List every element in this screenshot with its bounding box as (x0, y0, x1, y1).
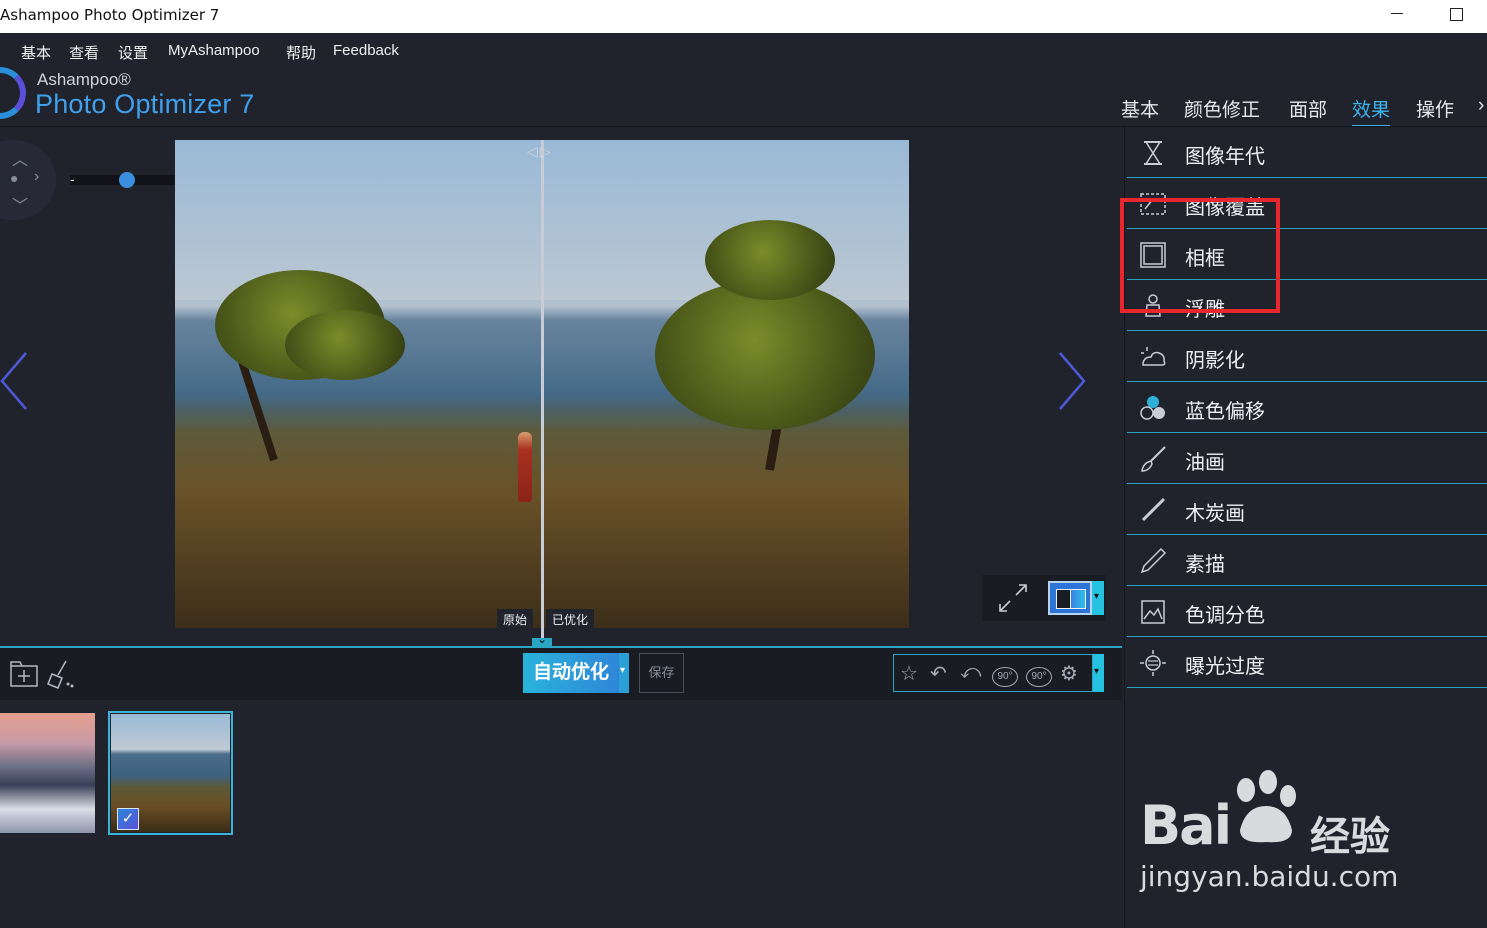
settings-gear-icon[interactable]: ⚙ (1060, 661, 1078, 686)
hourglass-icon (1144, 141, 1162, 165)
next-image-icon[interactable] (1050, 349, 1090, 413)
action-toolbar: 自动优化 保存 ☆ ↶ ⤺ 90° 90° ⚙ (0, 632, 1122, 700)
pencil-icon (1140, 547, 1167, 574)
thumbnail-coast-selected[interactable]: ✓ (108, 711, 233, 835)
photo-tree-left-2 (285, 310, 405, 380)
pan-right-icon[interactable]: › (34, 168, 39, 186)
shadow-icon (1141, 347, 1166, 366)
compare-mode-dropdown[interactable] (1092, 581, 1104, 615)
title-bar: Ashampoo Photo Optimizer 7 (0, 0, 1487, 33)
save-button[interactable]: 保存 (639, 653, 684, 693)
window-title: Ashampoo Photo Optimizer 7 (0, 6, 220, 24)
favorite-stars-icon[interactable]: ☆ (900, 661, 918, 686)
pan-up-icon[interactable]: ︿ (12, 146, 28, 170)
pan-center-icon[interactable]: ● (10, 170, 18, 186)
tab-basic[interactable]: 基本 (1121, 95, 1159, 122)
edit-tools-dropdown[interactable] (1093, 654, 1104, 692)
menu-settings[interactable]: 设置 (118, 42, 148, 63)
compare-mode-button[interactable] (1048, 581, 1092, 615)
watermark-url: jingyan.baidu.com (1140, 860, 1399, 893)
watermark-brand2: 经验 (1310, 815, 1390, 859)
tab-effects[interactable]: 效果 (1352, 95, 1391, 127)
effect-label: 木炭画 (1185, 503, 1245, 525)
baidu-watermark: Bai 经验 jingyan.baidu.com (1140, 770, 1420, 900)
edit-tools-group: ☆ ↶ ⤺ 90° 90° ⚙ (893, 654, 1093, 692)
zoom-slider-handle[interactable] (118, 172, 135, 188)
effect-charcoal[interactable]: 木炭画 (1127, 484, 1487, 535)
undo-icon[interactable]: ↶ (930, 661, 947, 686)
thumbnail-coast-image: ✓ (111, 714, 230, 832)
fullscreen-icon[interactable] (996, 583, 1030, 613)
view-controls (982, 575, 1106, 621)
brush-icon (1141, 446, 1166, 472)
effect-label: 色调分色 (1185, 605, 1265, 627)
photo-tree-right (655, 280, 875, 430)
effect-image-age[interactable]: 图像年代 (1127, 127, 1487, 178)
tab-overflow[interactable]: › (1478, 95, 1487, 117)
split-arrows-icon[interactable]: ◁▷ (527, 143, 553, 160)
effect-sketch[interactable]: 素描 (1127, 535, 1487, 586)
paw-logo-icon (1237, 770, 1296, 843)
posterize-icon (1141, 600, 1165, 624)
app-header: Ashampoo® Photo Optimizer 7 基本 颜色修正 面部 效… (0, 67, 1487, 127)
auto-optimize-dropdown[interactable] (619, 653, 629, 693)
charcoal-icon (1141, 497, 1166, 522)
logo-brand: Ashampoo® (37, 70, 131, 89)
blue-shift-icon (1140, 396, 1165, 420)
effect-label: 阴影化 (1185, 350, 1245, 372)
undo-all-icon[interactable]: ⤺ (960, 661, 981, 684)
menu-myashampoo[interactable]: MyAshampoo (168, 42, 260, 59)
photo-person (518, 432, 532, 502)
maximize-button[interactable] (1434, 0, 1480, 30)
watermark-brand: Bai (1140, 794, 1232, 857)
photo-tree-right-top (705, 220, 835, 300)
label-optimized: 已优化 (546, 609, 595, 629)
tab-face[interactable]: 面部 (1289, 95, 1327, 122)
clear-broom-icon[interactable] (44, 658, 76, 690)
effect-blue-shift[interactable]: 蓝色偏移 (1127, 382, 1487, 433)
effect-label: 蓝色偏移 (1185, 401, 1265, 423)
overexpose-icon (1140, 650, 1166, 676)
annotation-highlight-box (1120, 198, 1280, 313)
tab-operations[interactable]: 操作 (1416, 95, 1454, 122)
effect-shadow[interactable]: 阴影化 (1127, 331, 1487, 382)
rotate-right-icon[interactable]: 90° (1026, 667, 1052, 687)
menu-basic[interactable]: 基本 (21, 42, 51, 63)
filmstrip: ✓ (0, 700, 1122, 928)
minimize-button[interactable] (1374, 0, 1420, 30)
effect-label: 曝光过度 (1185, 656, 1265, 678)
effect-oil-painting[interactable]: 油画 (1127, 433, 1487, 484)
menu-bar: : 基本 查看 设置 MyAshampoo 帮助 Feedback (0, 33, 1487, 67)
effect-posterize[interactable]: 色调分色 (1127, 586, 1487, 637)
logo-product: Photo Optimizer 7 (35, 89, 255, 119)
pan-down-icon[interactable]: ﹀ (12, 192, 28, 216)
effect-overexposure[interactable]: 曝光过度 (1127, 637, 1487, 688)
image-viewer: ︿ ● › ﹀ - + ◁▷ 原始 已优化 (0, 127, 1122, 647)
label-original: 原始 (497, 609, 534, 629)
effect-label: 图像年代 (1185, 146, 1265, 168)
add-folder-icon[interactable] (8, 658, 40, 690)
logo-icon (0, 67, 26, 119)
zoom-out-button[interactable]: - (70, 171, 75, 187)
auto-optimize-button[interactable]: 自动优化 (523, 653, 619, 693)
thumbnail-mountain[interactable] (0, 713, 95, 833)
previous-image-icon[interactable] (0, 349, 32, 413)
collapse-filmstrip-button[interactable] (532, 632, 552, 648)
menu-feedback[interactable]: Feedback (333, 42, 399, 59)
effect-label: 素描 (1185, 554, 1225, 576)
menu-view[interactable]: 查看 (69, 42, 99, 63)
tab-color-correction[interactable]: 颜色修正 (1184, 95, 1260, 122)
effect-label: 油画 (1185, 452, 1225, 474)
rotate-left-icon[interactable]: 90° (992, 667, 1018, 687)
checkbox-selected-icon[interactable]: ✓ (117, 808, 139, 830)
compare-split-handle[interactable] (541, 140, 544, 642)
pan-navigator[interactable]: ︿ ● › ﹀ (0, 140, 56, 220)
menu-help[interactable]: 帮助 (286, 42, 316, 63)
